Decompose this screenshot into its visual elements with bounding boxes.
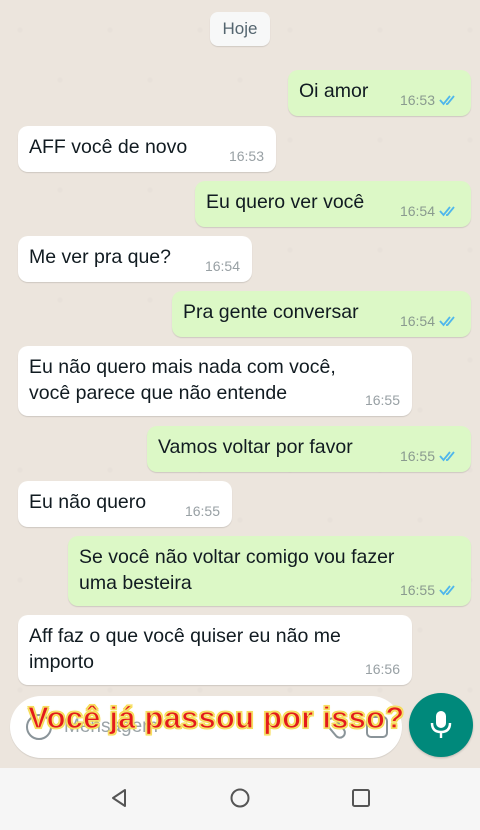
message-outgoing[interactable]: Eu quero ver você 16:54 (195, 181, 471, 227)
message-incoming[interactable]: Me ver pra que? 16:54 (18, 236, 252, 282)
message-meta: 16:55 (365, 392, 400, 408)
message-outgoing[interactable]: Vamos voltar por favor 16:55 (147, 426, 471, 472)
message-meta: 16:53 (229, 148, 264, 164)
message-time: 16:54 (399, 313, 435, 329)
message-time: 16:54 (204, 258, 240, 274)
message-meta: 16:53 (400, 92, 459, 108)
overlay-caption: Você já passou por isso? (27, 699, 405, 735)
message-time: 16:55 (364, 392, 400, 408)
date-separator: Hoje (210, 12, 270, 46)
message-meta: 16:56 (365, 661, 400, 677)
message-time: 16:55 (184, 503, 220, 519)
message-time: 16:54 (399, 203, 435, 219)
message-text: Eu quero ver você (206, 191, 365, 213)
message-outgoing[interactable]: Oi amor 16:53 (288, 70, 471, 116)
message-text: Me ver pra que? (29, 246, 171, 268)
message-text: AFF você de novo (29, 136, 188, 158)
microphone-button[interactable] (409, 693, 473, 757)
message-meta: 16:54 (400, 203, 459, 219)
message-meta: 16:55 (185, 503, 220, 519)
home-icon[interactable] (229, 787, 251, 809)
read-ticks-icon (439, 95, 455, 106)
message-incoming[interactable]: Eu não quero mais nada com você, você pa… (18, 346, 412, 416)
message-text: Vamos voltar por favor (158, 436, 353, 458)
message-incoming[interactable]: Aff faz o que você quiser eu não me impo… (18, 615, 412, 685)
message-outgoing[interactable]: Pra gente conversar 16:54 (172, 291, 471, 337)
message-meta: 16:55 (400, 582, 459, 598)
message-meta: 16:55 (400, 448, 459, 464)
message-time: 16:53 (399, 92, 435, 108)
read-ticks-icon (439, 451, 455, 462)
message-text: Eu não quero (29, 491, 147, 513)
message-meta: 16:54 (400, 313, 459, 329)
message-text: Eu não quero mais nada com você, você pa… (29, 356, 336, 404)
message-text: Aff faz o que você quiser eu não me impo… (29, 625, 341, 673)
system-navigation-bar (0, 768, 480, 830)
message-time: 16:56 (364, 661, 400, 677)
read-ticks-icon (439, 316, 455, 327)
message-time: 16:55 (399, 582, 435, 598)
message-incoming[interactable]: Eu não quero 16:55 (18, 481, 232, 527)
message-text: Se você não voltar comigo vou fazer uma … (79, 546, 395, 594)
message-meta: 16:54 (205, 258, 240, 274)
read-ticks-icon (439, 585, 455, 596)
back-icon[interactable] (108, 787, 130, 809)
message-time: 16:53 (228, 148, 264, 164)
read-ticks-icon (439, 206, 455, 217)
message-text: Oi amor (299, 80, 369, 102)
message-time: 16:55 (399, 448, 435, 464)
microphone-icon (430, 711, 452, 738)
chat-area: Hoje Oi amor 16:53 AFF você de novo 16:5… (0, 0, 480, 768)
message-text: Pra gente conversar (183, 301, 359, 323)
recents-icon[interactable] (350, 787, 372, 809)
message-incoming[interactable]: AFF você de novo 16:53 (18, 126, 276, 172)
message-outgoing[interactable]: Se você não voltar comigo vou fazer uma … (68, 536, 471, 606)
